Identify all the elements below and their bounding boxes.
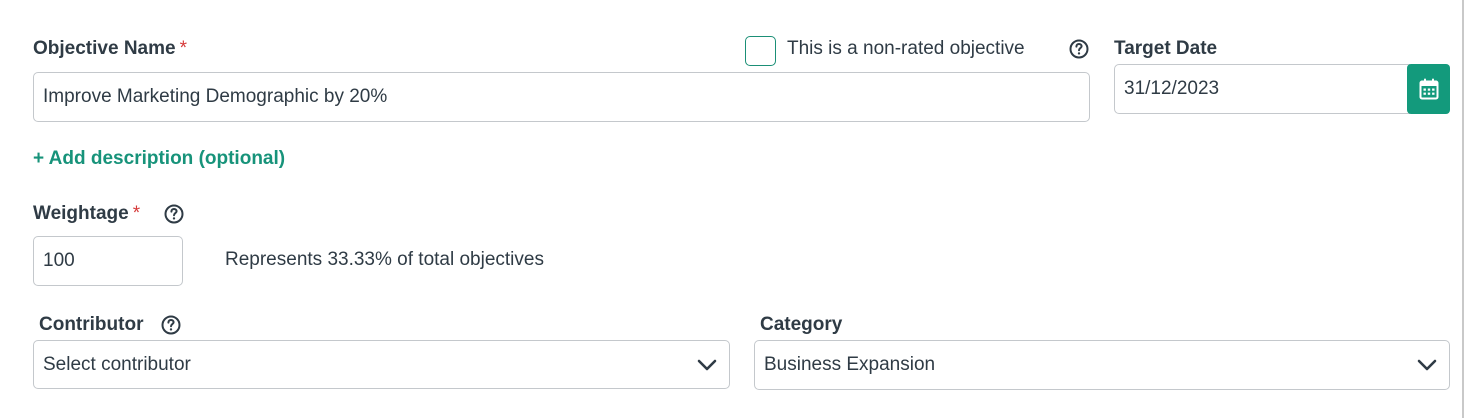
category-select[interactable]: Business Expansion — [754, 340, 1450, 390]
calendar-icon — [1419, 78, 1438, 100]
calendar-button[interactable] — [1407, 64, 1450, 114]
weightage-value: 100 — [43, 250, 75, 271]
weightage-input[interactable]: 100 — [33, 236, 183, 286]
weightage-hint: Represents 33.33% of total objectives — [225, 249, 544, 270]
add-description-link[interactable]: + Add description (optional) — [33, 148, 285, 170]
non-rated-label: This is a non-rated objective — [787, 38, 1025, 59]
help-circle-icon[interactable] — [161, 315, 181, 335]
objective-name-value: Improve Marketing Demographic by 20% — [43, 86, 388, 107]
target-date-label: Target Date — [1114, 38, 1218, 59]
chevron-down-icon — [697, 359, 717, 370]
chevron-down-icon — [1417, 359, 1437, 371]
target-date-input[interactable]: 31/12/2023 — [1114, 64, 1410, 114]
contributor-selected: Select contributor — [43, 353, 191, 375]
category-selected: Business Expansion — [764, 354, 936, 375]
objective-name-label-text: Objective Name — [33, 38, 176, 59]
contributor-label: Contributor — [39, 314, 144, 335]
weightage-label-text: Weightage — [33, 203, 129, 224]
weightage-label: Weightage * — [33, 203, 140, 225]
help-circle-icon[interactable] — [164, 204, 184, 224]
objective-name-input[interactable]: Improve Marketing Demographic by 20% — [33, 72, 1090, 122]
required-marker: * — [179, 38, 187, 59]
objective-name-label: Objective Name * — [33, 38, 187, 60]
category-label: Category — [760, 314, 843, 335]
contributor-select[interactable]: Select contributor — [33, 340, 730, 389]
required-marker: * — [132, 203, 141, 224]
non-rated-checkbox[interactable] — [745, 36, 776, 66]
help-circle-icon[interactable] — [1069, 39, 1089, 59]
target-date-value: 31/12/2023 — [1124, 78, 1220, 99]
